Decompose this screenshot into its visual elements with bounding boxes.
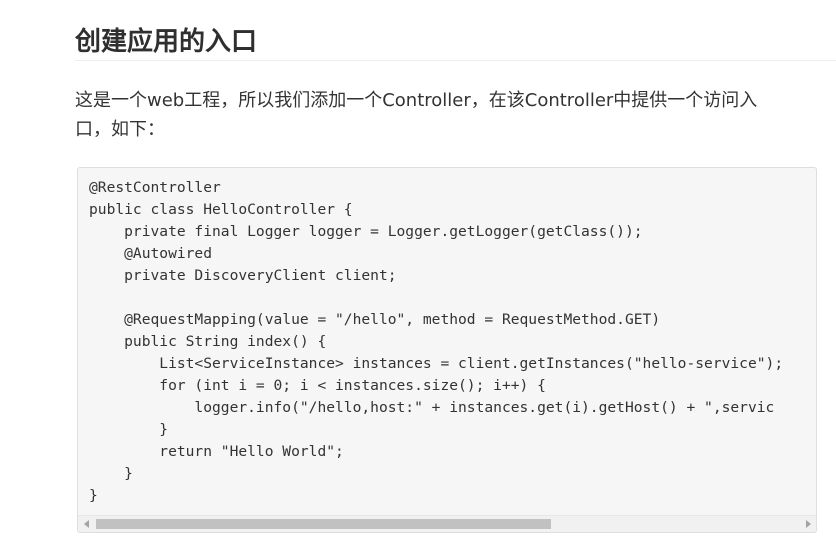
code-line: } xyxy=(89,421,169,438)
code-line: @RestController xyxy=(89,179,221,196)
code-line: private final Logger logger = Logger.get… xyxy=(89,223,643,240)
triangle-left-icon xyxy=(83,520,89,528)
code-block: @RestController public class HelloControl… xyxy=(77,167,817,533)
code-content: @RestController public class HelloControl… xyxy=(89,177,783,507)
scroll-left-button[interactable] xyxy=(78,516,95,532)
heading-divider xyxy=(75,60,836,61)
paragraph-line-1: 这是一个web工程，所以我们添加一个Controller，在该Controlle… xyxy=(75,90,758,111)
code-line: logger.info("/hello,host:" + instances.g… xyxy=(89,399,775,416)
triangle-right-icon xyxy=(805,520,811,528)
article-paragraph: 这是一个web工程，所以我们添加一个Controller，在该Controlle… xyxy=(75,86,835,144)
scroll-thumb[interactable] xyxy=(96,519,551,529)
paragraph-line-2: 口，如下： xyxy=(75,119,165,140)
code-line: public class HelloController { xyxy=(89,201,353,218)
code-line: private DiscoveryClient client; xyxy=(89,267,397,284)
code-line: for (int i = 0; i < instances.size(); i+… xyxy=(89,377,546,394)
article-heading: 创建应用的入口 xyxy=(75,27,258,57)
code-line: @Autowired xyxy=(89,245,213,262)
code-line: return "Hello World"; xyxy=(89,443,344,460)
horizontal-scrollbar[interactable] xyxy=(78,515,816,532)
scroll-right-button[interactable] xyxy=(799,516,816,532)
code-line: @RequestMapping(value = "/hello", method… xyxy=(89,311,661,328)
code-line: } xyxy=(89,465,133,482)
code-line: public String index() { xyxy=(89,333,327,350)
code-line: List<ServiceInstance> instances = client… xyxy=(89,355,784,372)
code-line: } xyxy=(89,487,98,504)
